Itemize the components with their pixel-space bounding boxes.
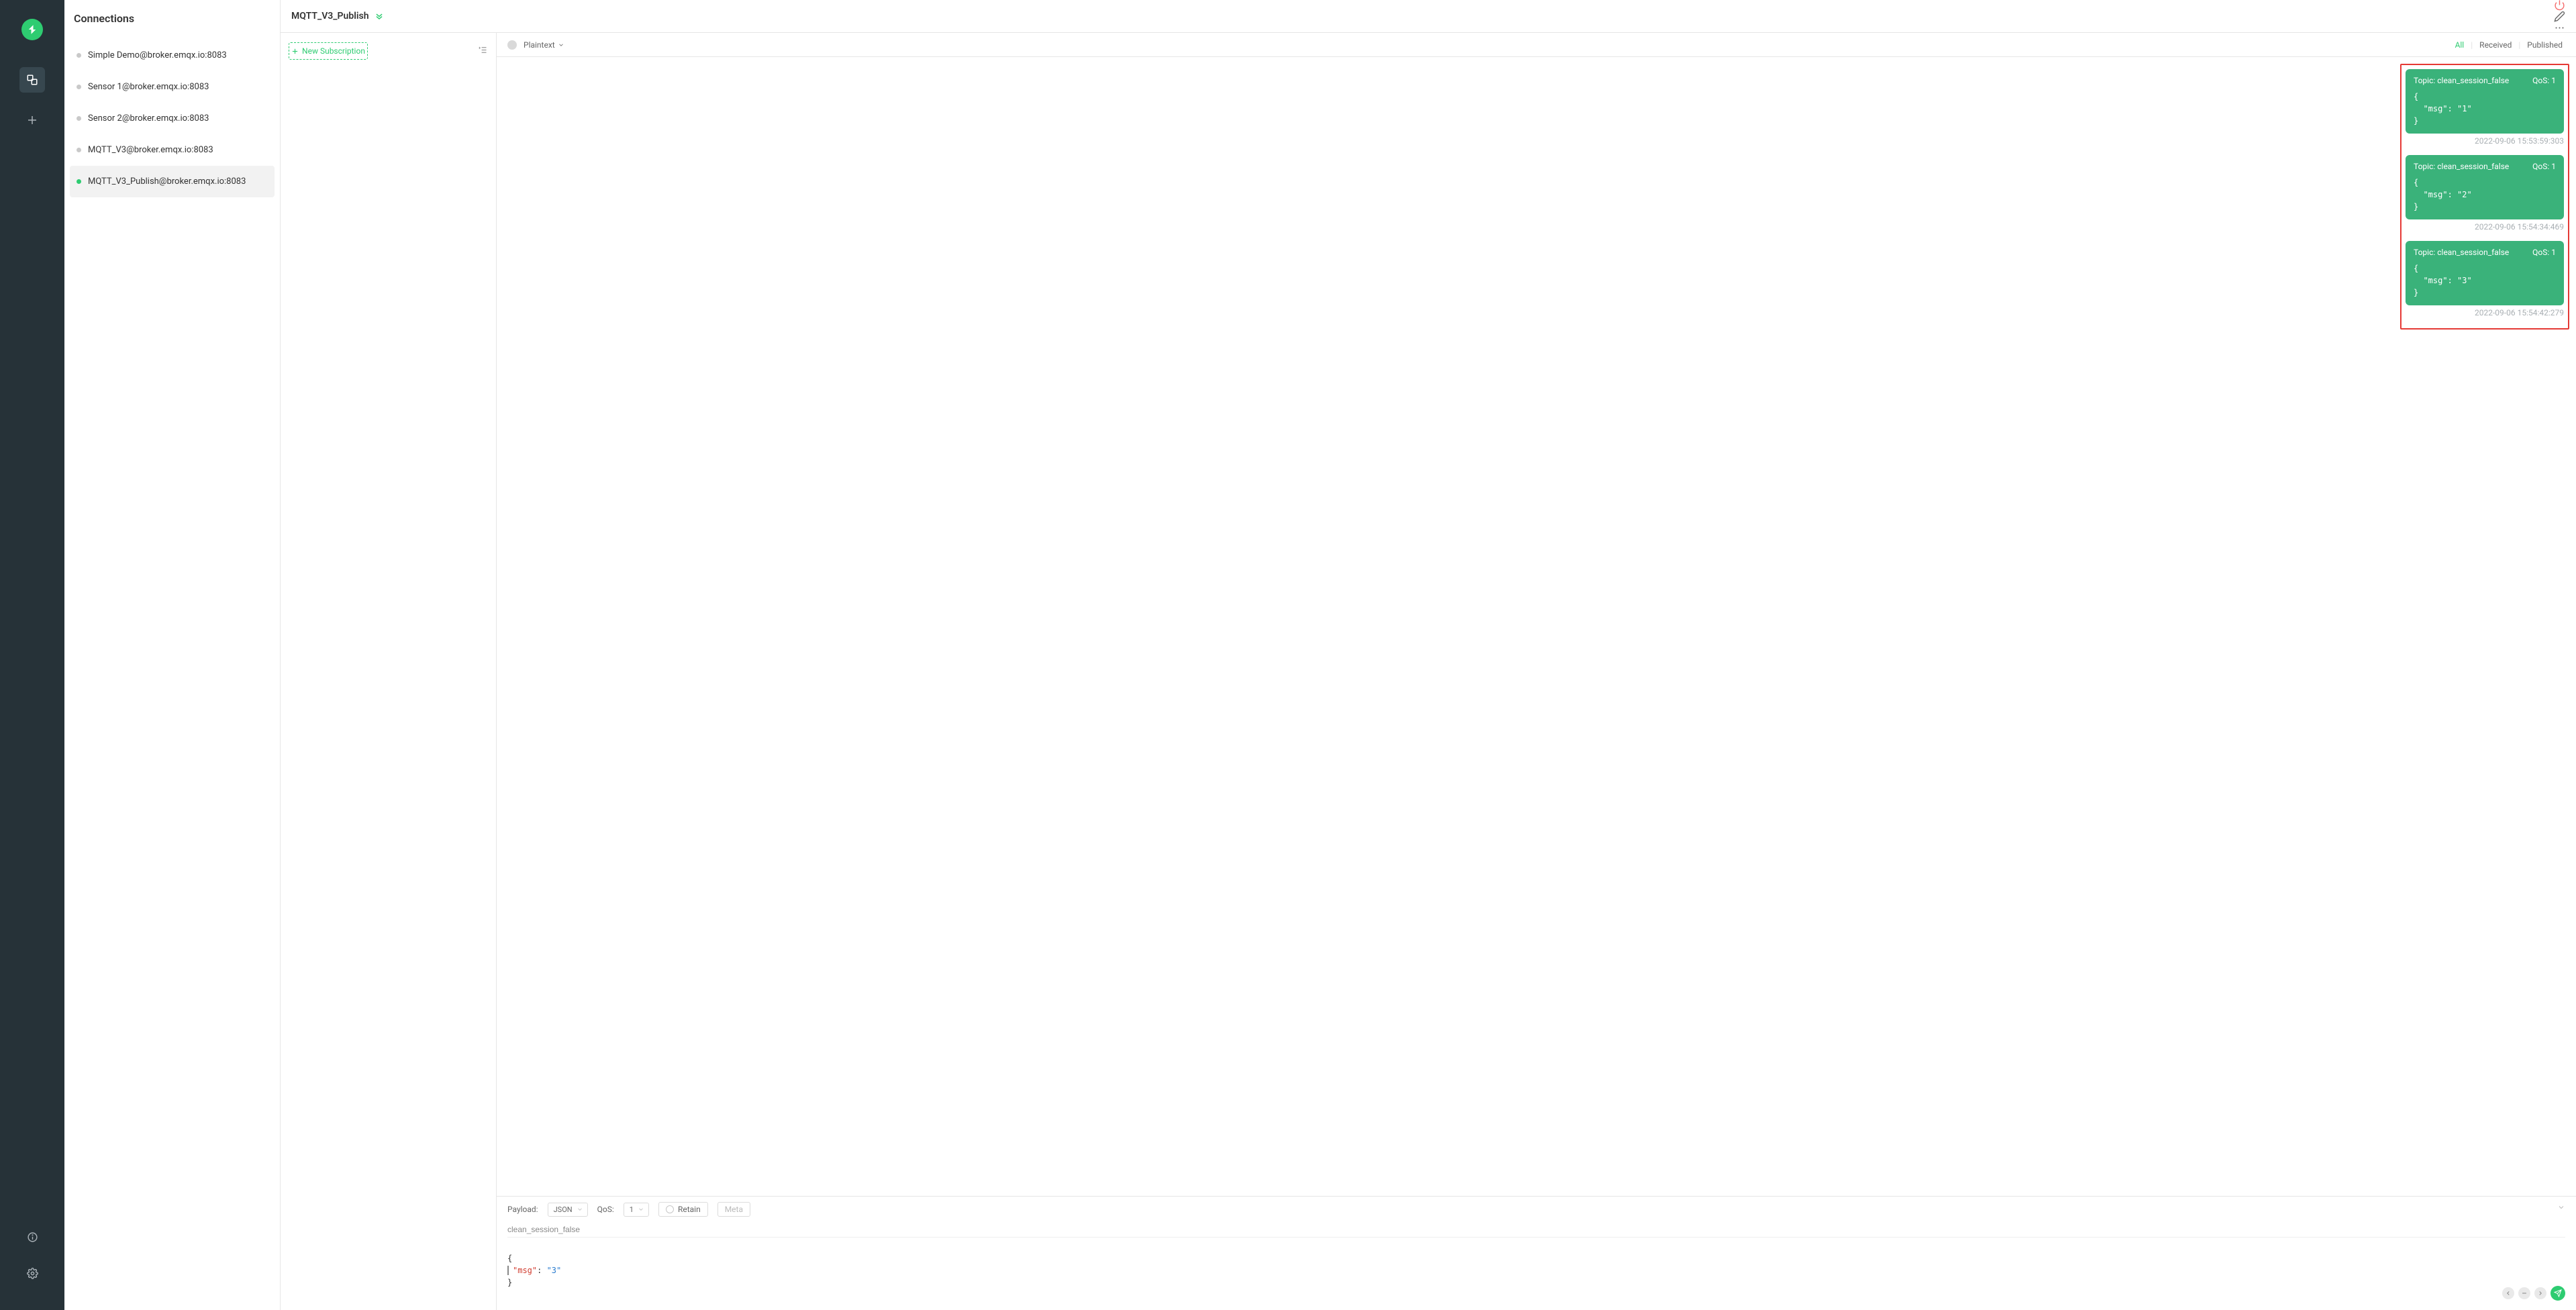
qos-select[interactable]: 1 xyxy=(624,1203,649,1217)
filter-tab-published[interactable]: Published xyxy=(2524,40,2565,50)
topic-input[interactable] xyxy=(507,1222,2565,1238)
edit-icon[interactable] xyxy=(2554,11,2565,22)
connection-label: Sensor 1@broker.emqx.io:8083 xyxy=(88,82,209,92)
message-qos: QoS: 1 xyxy=(2532,162,2556,171)
filter-tab-all[interactable]: All xyxy=(2453,40,2467,50)
connection-item[interactable]: MQTT_V3_Publish@broker.emqx.io:8083 xyxy=(70,166,275,197)
display-format-select[interactable]: Plaintext xyxy=(524,40,564,50)
toggle-subscriptions-icon[interactable] xyxy=(478,45,488,55)
message-timestamp: 2022-09-06 15:53:59:303 xyxy=(2406,136,2564,146)
collapse-icon[interactable] xyxy=(375,11,384,21)
status-dot-icon xyxy=(77,179,81,184)
nav-settings-icon[interactable] xyxy=(19,1260,45,1286)
messages-area: Plaintext All | Received | Published xyxy=(497,33,2576,1310)
status-indicator-icon xyxy=(507,40,517,50)
highlight-annotation: Topic: clean_session_false QoS: 1 { "msg… xyxy=(2400,64,2569,330)
display-format-label: Plaintext xyxy=(524,40,555,50)
app-logo xyxy=(21,19,43,40)
subscriptions-panel: New Subscription xyxy=(281,33,497,1310)
payload-label: Payload: xyxy=(507,1205,538,1214)
message-topic: Topic: clean_session_false xyxy=(2414,76,2509,85)
connection-item[interactable]: Simple Demo@broker.emqx.io:8083 xyxy=(70,40,275,71)
connection-item[interactable]: Sensor 2@broker.emqx.io:8083 xyxy=(70,103,275,134)
payload-brace: { xyxy=(507,1254,512,1263)
payload-brace: } xyxy=(507,1278,512,1287)
connection-label: MQTT_V3_Publish@broker.emqx.io:8083 xyxy=(88,177,246,187)
message-qos: QoS: 1 xyxy=(2532,248,2556,257)
message-body: { "msg": "2" } xyxy=(2414,177,2556,213)
retain-toggle[interactable]: Retain xyxy=(658,1202,708,1217)
connection-label: Simple Demo@broker.emqx.io:8083 xyxy=(88,50,227,60)
sidebar-title: Connections xyxy=(64,0,280,37)
status-dot-icon xyxy=(77,116,81,121)
send-row xyxy=(2502,1286,2565,1301)
message-topic: Topic: clean_session_false xyxy=(2414,248,2509,257)
status-dot-icon xyxy=(77,148,81,152)
message-topic: Topic: clean_session_false xyxy=(2414,162,2509,171)
nav-new-icon[interactable] xyxy=(19,107,45,133)
payload-key: "msg" xyxy=(513,1266,537,1275)
status-dot-icon xyxy=(77,85,81,89)
nav-connections-icon[interactable] xyxy=(19,67,45,93)
messages-toolbar: Plaintext All | Received | Published xyxy=(497,33,2576,57)
message-card: Topic: clean_session_false QoS: 1 { "msg… xyxy=(2406,69,2564,134)
topbar-actions xyxy=(2542,0,2565,34)
filter-tab-received[interactable]: Received xyxy=(2477,40,2514,50)
connections-sidebar: Connections Simple Demo@broker.emqx.io:8… xyxy=(64,0,281,1310)
qos-value: 1 xyxy=(630,1205,634,1214)
history-prev-button[interactable] xyxy=(2502,1287,2514,1299)
message-timestamp: 2022-09-06 15:54:34:469 xyxy=(2406,222,2564,232)
payload-colon: : xyxy=(537,1266,546,1275)
history-next-button[interactable] xyxy=(2534,1287,2546,1299)
qos-label: QoS: xyxy=(597,1205,614,1214)
connection-title: MQTT_V3_Publish xyxy=(291,11,369,21)
connection-label: Sensor 2@broker.emqx.io:8083 xyxy=(88,113,209,123)
payload-editor[interactable]: { "msg": "3" } xyxy=(507,1240,2565,1301)
new-subscription-label: New Subscription xyxy=(302,46,365,56)
message-body: { "msg": "1" } xyxy=(2414,91,2556,127)
payload-format-value: JSON xyxy=(554,1205,573,1214)
new-subscription-button[interactable]: New Subscription xyxy=(289,42,368,60)
message-card: Topic: clean_session_false QoS: 1 { "msg… xyxy=(2406,155,2564,219)
disconnect-icon[interactable] xyxy=(2554,0,2565,11)
main-area: MQTT_V3_Publish New Subscription xyxy=(281,0,2576,1310)
messages-scroll[interactable]: Topic: clean_session_false QoS: 1 { "msg… xyxy=(497,57,2576,1196)
message-filter-tabs: All | Received | Published xyxy=(2453,40,2565,50)
status-dot-icon xyxy=(77,53,81,58)
connections-list: Simple Demo@broker.emqx.io:8083 Sensor 1… xyxy=(64,37,280,200)
connection-item[interactable]: Sensor 1@broker.emqx.io:8083 xyxy=(70,71,275,103)
publisher-collapse-icon[interactable] xyxy=(2557,1203,2565,1211)
connection-label: MQTT_V3@broker.emqx.io:8083 xyxy=(88,145,213,155)
message-card: Topic: clean_session_false QoS: 1 { "msg… xyxy=(2406,241,2564,305)
send-button[interactable] xyxy=(2550,1286,2565,1301)
payload-format-select[interactable]: JSON xyxy=(548,1203,588,1217)
more-icon[interactable] xyxy=(2554,22,2565,34)
meta-button[interactable]: Meta xyxy=(717,1202,750,1217)
topbar: MQTT_V3_Publish xyxy=(281,0,2576,33)
retain-label: Retain xyxy=(678,1205,701,1214)
payload-value: "3" xyxy=(547,1266,562,1275)
history-clear-button[interactable] xyxy=(2518,1287,2530,1299)
message-timestamp: 2022-09-06 15:54:42:279 xyxy=(2406,308,2564,317)
publisher-panel: Payload: JSON QoS: 1 Retain xyxy=(497,1196,2576,1310)
message-body: { "msg": "3" } xyxy=(2414,262,2556,299)
radio-icon xyxy=(666,1205,674,1213)
message-qos: QoS: 1 xyxy=(2532,76,2556,85)
nav-rail xyxy=(0,0,64,1310)
nav-info-icon[interactable] xyxy=(19,1224,45,1250)
connection-item[interactable]: MQTT_V3@broker.emqx.io:8083 xyxy=(70,134,275,166)
